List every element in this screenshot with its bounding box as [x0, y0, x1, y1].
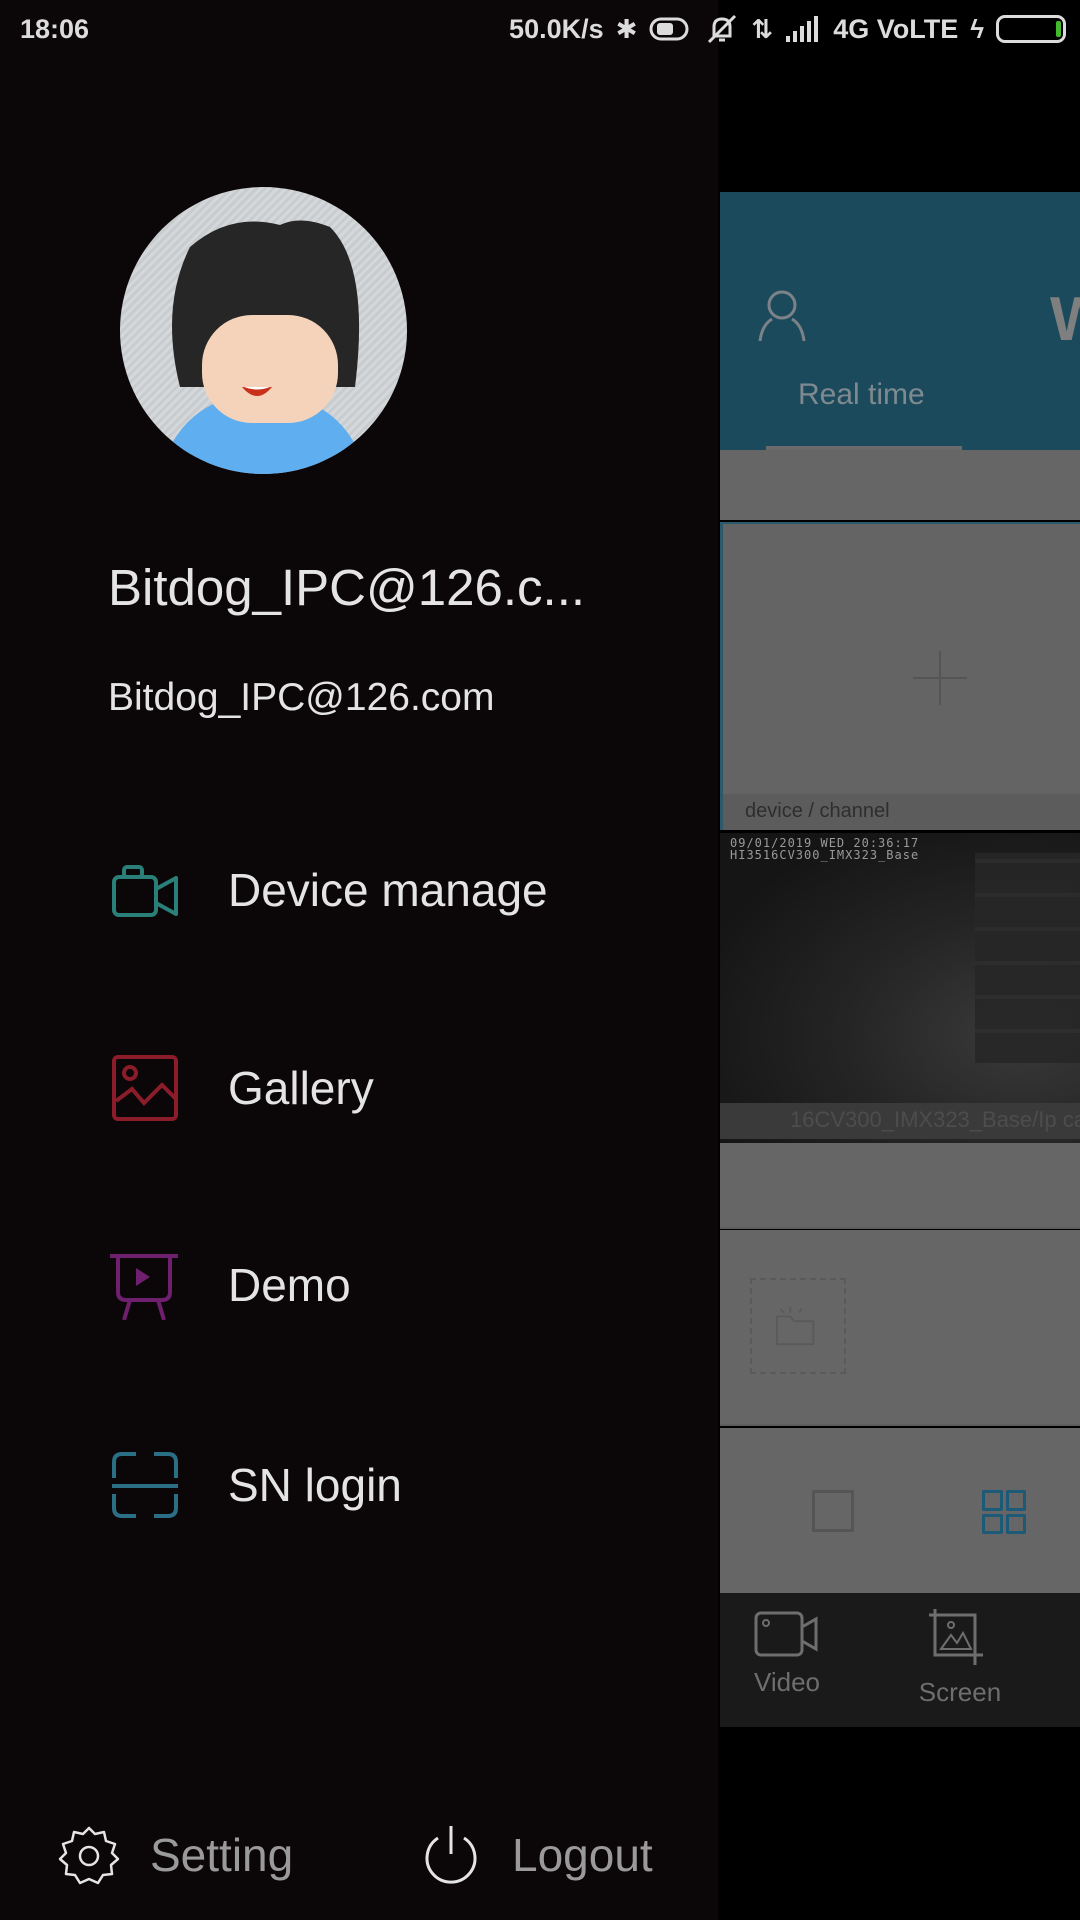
scan-icon: [112, 1452, 178, 1518]
battery-icon: [996, 15, 1066, 43]
nav-video[interactable]: Video: [732, 1607, 842, 1698]
open-folder-button[interactable]: [750, 1278, 846, 1374]
power-icon: [425, 1826, 477, 1884]
add-device-tile[interactable]: device / channel: [720, 522, 1080, 830]
status-bar: 18:06 50.0K/s ✱ ⇅ 4G VoLTE ϟ: [0, 0, 1080, 60]
gear-icon: [58, 1826, 120, 1885]
nav-screen[interactable]: Screen: [905, 1607, 1015, 1708]
video-camera-icon: [112, 865, 178, 917]
main-screen-dimmed[interactable]: W Real time device / channel 09/01/2019 …: [718, 0, 1080, 1920]
camera-osd: 09/01/2019 WED 20:36:17 HI3516CV300_IMX3…: [730, 837, 919, 861]
toggle-icon: [649, 15, 693, 43]
menu-item-sn-login[interactable]: SN login: [0, 1410, 718, 1560]
add-tile-label: device / channel: [723, 794, 1080, 830]
setting-label: Setting: [150, 1829, 294, 1881]
bottom-nav: Video Screen: [720, 1593, 1080, 1727]
empty-band: [720, 1143, 1080, 1229]
divider-band: [720, 450, 1080, 520]
menu-label: Gallery: [228, 1062, 374, 1114]
navigation-drawer: Bitdog_IPC@126.c... Bitdog_IPC@126.com D…: [0, 0, 718, 1920]
user-profile-icon[interactable]: [756, 287, 808, 343]
charging-icon: ϟ: [970, 13, 984, 44]
data-arrows-icon: ⇅: [751, 13, 774, 44]
status-time: 18:06: [20, 14, 90, 44]
logout-button[interactable]: Logout: [420, 1815, 653, 1895]
menu-item-demo[interactable]: Demo: [0, 1210, 718, 1360]
image-icon: [112, 1055, 178, 1121]
presentation-icon: [110, 1254, 178, 1320]
network-type: 4G VoLTE: [833, 13, 959, 44]
single-view-icon[interactable]: [812, 1490, 854, 1532]
camera-preview[interactable]: 09/01/2019 WED 20:36:17 HI3516CV300_IMX3…: [720, 833, 1080, 1143]
main-header: W Real time: [720, 192, 1080, 450]
menu-label: Demo: [228, 1259, 351, 1311]
folder-area: [720, 1230, 1080, 1426]
mute-icon: [705, 12, 739, 46]
folder-icon: [775, 1306, 815, 1346]
menu-item-gallery[interactable]: Gallery: [0, 1013, 718, 1163]
menu-item-device-manage[interactable]: Device manage: [0, 815, 718, 965]
menu-label: Device manage: [228, 864, 548, 916]
avatar[interactable]: [120, 187, 407, 474]
quad-view-icon[interactable]: [982, 1490, 1026, 1534]
signal-icon: [785, 16, 821, 42]
bluetooth-icon: ✱: [615, 13, 638, 44]
nav-screen-label: Screen: [918, 1677, 1002, 1707]
camera-caption: 16CV300_IMX323_Base/Ip ca: [720, 1103, 1080, 1139]
user-display-name: Bitdog_IPC@126.c...: [108, 559, 586, 616]
camera-scene: [975, 853, 1080, 1063]
user-email: Bitdog_IPC@126.com: [108, 676, 495, 719]
menu-label: SN login: [228, 1459, 402, 1511]
view-mode-bar: [720, 1428, 1080, 1593]
logout-label: Logout: [512, 1829, 653, 1881]
net-speed: 50.0K/s: [509, 13, 604, 44]
app-title: W: [1050, 285, 1080, 354]
nav-video-label: Video: [753, 1667, 821, 1697]
video-icon: [754, 1611, 818, 1657]
tab-real-time[interactable]: Real time: [798, 378, 925, 412]
setting-button[interactable]: Setting: [58, 1815, 293, 1895]
screenshot-icon: [929, 1609, 983, 1665]
avatar-image: [160, 220, 367, 474]
osd-model: HI3516CV300_IMX323_Base: [730, 848, 920, 862]
plus-icon: [913, 651, 967, 705]
